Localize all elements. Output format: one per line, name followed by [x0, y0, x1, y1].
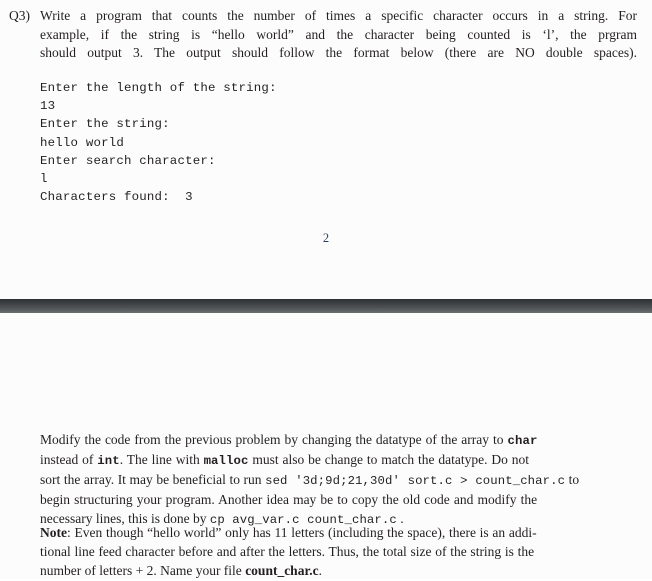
instructions-line-3-pre: sort the array. It may be beneficial to …: [40, 471, 266, 487]
instructions-line-3: sort the array. It may be beneficial to …: [40, 471, 638, 491]
question-line-3: should output 3. The output should follo…: [40, 45, 637, 61]
note-line-1-text: : Even though “hello world” only has 11 …: [67, 525, 537, 540]
code-malloc: malloc: [203, 453, 249, 468]
code-char: char: [507, 434, 538, 448]
instructions-line-3-post: to: [565, 471, 580, 487]
console-line-1: Enter the length of the string:: [40, 81, 277, 95]
page-break-separator: [0, 299, 652, 313]
question-line-1: Write a program that counts the number o…: [40, 8, 637, 23]
question-label: Q3): [9, 8, 30, 23]
instructions-line-2-post: must also be change to match the datatyp…: [248, 451, 530, 467]
console-line-5: Enter search character:: [40, 153, 216, 168]
console-line-7: Characters found: 3: [40, 190, 193, 205]
instructions-paragraph: Modify the code from the previous proble…: [40, 431, 638, 530]
question-line-2: example, if the string is “hello world” …: [40, 26, 637, 42]
page-number: 2: [322, 231, 330, 245]
note-line-1: Note: Even though “hello world” only has…: [40, 524, 638, 543]
code-int: int: [97, 453, 120, 468]
console-sample-output: Enter the length of the string: 13 Enter…: [40, 79, 277, 206]
instructions-line-4: begin structuring your program. Another …: [40, 491, 538, 507]
note-line-3-post: .: [318, 562, 322, 578]
console-line-4: hello world: [40, 135, 124, 150]
note-label: Note: [40, 525, 67, 540]
instructions-line-1-text: Modify the code from the previous proble…: [40, 432, 508, 447]
console-line-3: Enter the string:: [40, 117, 170, 132]
console-line-6: l: [40, 172, 48, 187]
instructions-line-2: instead of int. The line with malloc mus…: [40, 451, 638, 471]
instructions-line-1: Modify the code from the previous proble…: [40, 431, 638, 451]
note-line-2: tional line feed character before and af…: [40, 543, 535, 559]
question-text: Write a program that counts the number o…: [40, 7, 637, 63]
question-row: Q3) Write a program that counts the numb…: [0, 7, 652, 63]
document-page-top: Q3) Write a program that counts the numb…: [0, 0, 652, 299]
instructions-line-2-mid: . The line with: [119, 451, 204, 467]
question-block: Q3) Write a program that counts the numb…: [0, 7, 652, 63]
note-line-3: number of letters + 2. Name your file co…: [40, 562, 638, 581]
note-line-3-pre: number of letters + 2. Name your file: [40, 562, 246, 578]
console-line-2: 13: [40, 99, 56, 114]
code-sed-command: sed '3d;9d;21,30d' sort.c > count_char.c: [265, 473, 566, 488]
note-paragraph: Note: Even though “hello world” only has…: [40, 524, 638, 581]
instructions-line-2-pre: instead of: [40, 451, 98, 467]
note-filename: count_char.c: [245, 562, 319, 578]
